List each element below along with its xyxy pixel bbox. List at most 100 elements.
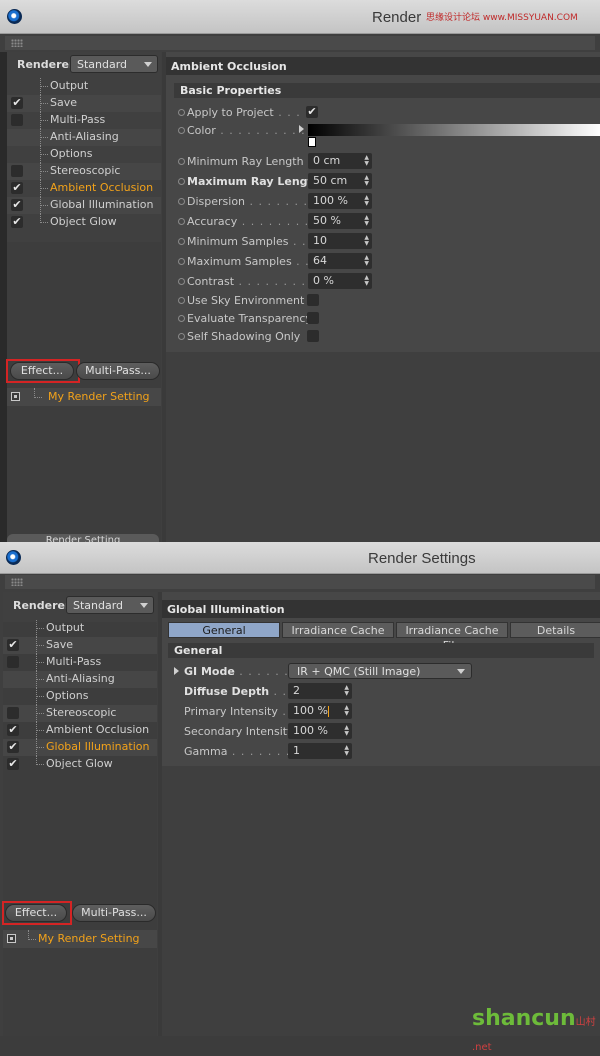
dispersion-field[interactable]: 100 % ▲ ▼: [308, 193, 372, 209]
tree-item-output[interactable]: Output: [7, 78, 161, 95]
renderer-select[interactable]: Standard: [70, 55, 158, 73]
enable-checkbox[interactable]: ✔: [11, 199, 23, 211]
diffuse-depth-field[interactable]: 2 ▲ ▼: [288, 683, 352, 699]
tree-item-output[interactable]: Output: [3, 620, 157, 637]
prop-label: Secondary Intensity: [184, 725, 294, 738]
enable-checkbox[interactable]: [7, 656, 19, 668]
prop-primary-intensity: Primary Intensity . . . 100 %▲▼: [176, 703, 596, 721]
expand-arrow-icon[interactable]: [174, 667, 179, 675]
animation-dot-icon[interactable]: [178, 258, 185, 265]
render-setting-row[interactable]: My Render Setting: [3, 930, 157, 948]
tree-item-label: Save: [50, 96, 78, 109]
tree-item-label: Options: [50, 147, 93, 160]
gamma-field[interactable]: 1 ▲ ▼: [288, 743, 352, 759]
tree-item-label: Global Illumination: [46, 740, 150, 753]
min-ray-length-field[interactable]: 0 cm ▲ ▼: [308, 153, 372, 169]
expand-arrow-icon[interactable]: [299, 125, 304, 133]
tree-item-object-glow[interactable]: ✔ Object Glow: [3, 756, 157, 773]
gradient-knot-handle[interactable]: [308, 137, 316, 147]
multi-pass-button[interactable]: Multi-Pass...: [72, 904, 156, 922]
accuracy-field[interactable]: 50 % ▲ ▼: [308, 213, 372, 229]
tab-irradiance-cache[interactable]: Irradiance Cache: [282, 622, 394, 638]
self-shadowing-checkbox[interactable]: [307, 330, 319, 342]
tree-connector-tick: [40, 103, 48, 104]
prop-min-ray-length: Minimum Ray Length 0 cm ▲ ▼: [178, 153, 598, 171]
enable-checkbox[interactable]: ✔: [11, 216, 23, 228]
tree-item-multi-pass[interactable]: Multi-Pass: [3, 654, 157, 671]
tree-item-save[interactable]: ✔ Save: [7, 95, 161, 112]
properties-panel: Ambient Occlusion Basic Properties Apply…: [166, 52, 600, 352]
enable-checkbox[interactable]: [7, 707, 19, 719]
tree-item-global-illumination[interactable]: ✔ Global Illumination: [7, 197, 161, 214]
primary-intensity-field[interactable]: 100 % ▲ ▼: [288, 703, 352, 719]
renderer-select[interactable]: Standard: [66, 596, 154, 614]
effect-button[interactable]: Effect...: [5, 904, 67, 922]
gradient-bar[interactable]: [308, 124, 600, 136]
tree-item-object-glow[interactable]: ✔ Object Glow: [7, 214, 161, 231]
left-edge: [0, 52, 7, 548]
animation-dot-icon[interactable]: [178, 297, 185, 304]
effect-button[interactable]: Effect...: [10, 362, 74, 380]
animation-dot-icon[interactable]: [178, 109, 185, 116]
animation-dot-icon[interactable]: [178, 218, 185, 225]
tree-item-options[interactable]: Options: [7, 146, 161, 163]
tree-item-ambient-occlusion[interactable]: ✔ Ambient Occlusion: [7, 180, 161, 197]
tree-item-multi-pass[interactable]: Multi-Pass: [7, 112, 161, 129]
min-samples-field[interactable]: 10 ▲ ▼: [308, 233, 372, 249]
animation-dot-icon[interactable]: [178, 278, 185, 285]
tree-item-global-illumination[interactable]: ✔ Global Illumination: [3, 739, 157, 756]
apply-to-project-checkbox[interactable]: ✔: [306, 106, 318, 118]
enable-checkbox[interactable]: ✔: [11, 182, 23, 194]
animation-dot-icon[interactable]: [178, 158, 185, 165]
tree-item-options[interactable]: Options: [3, 688, 157, 705]
contrast-field[interactable]: 0 % ▲ ▼: [308, 273, 372, 289]
grip-dots-icon: [11, 578, 23, 586]
tab-details[interactable]: Details: [510, 622, 600, 638]
multi-pass-button[interactable]: Multi-Pass...: [76, 362, 160, 380]
tree-item-stereoscopic[interactable]: Stereoscopic: [7, 163, 161, 180]
color-gradient-widget[interactable]: [166, 122, 600, 150]
enable-checkbox[interactable]: ✔: [7, 741, 19, 753]
spinner-icon: ▲ ▼: [364, 174, 369, 187]
evaluate-transparency-checkbox[interactable]: [307, 312, 319, 324]
cinema4d-logo-icon: [6, 550, 21, 565]
render-setting-row[interactable]: My Render Setting: [7, 388, 161, 406]
enable-checkbox[interactable]: ✔: [11, 97, 23, 109]
max-samples-field[interactable]: 64 ▲ ▼: [308, 253, 372, 269]
tree-item-stereoscopic[interactable]: Stereoscopic: [3, 705, 157, 722]
tree-connector-tick: [36, 764, 44, 765]
dropdown-value: IR + QMC (Still Image): [297, 665, 421, 678]
tree-item-anti-aliasing[interactable]: Anti-Aliasing: [7, 129, 161, 146]
enable-checkbox[interactable]: [11, 165, 23, 177]
animation-dot-icon[interactable]: [178, 315, 185, 322]
animation-dot-icon[interactable]: [178, 198, 185, 205]
gi-mode-dropdown[interactable]: IR + QMC (Still Image): [288, 663, 472, 679]
tab-general[interactable]: General: [168, 622, 280, 638]
tree-item-ambient-occlusion[interactable]: ✔ Ambient Occlusion: [3, 722, 157, 739]
animation-dot-icon[interactable]: [178, 333, 185, 340]
animation-dot-icon[interactable]: [178, 178, 185, 185]
spinner-icon: ▲ ▼: [344, 684, 349, 697]
enable-checkbox[interactable]: ✔: [7, 758, 19, 770]
use-sky-checkbox[interactable]: [307, 294, 319, 306]
toolbar-grip[interactable]: [5, 575, 595, 589]
animation-dot-icon[interactable]: [178, 238, 185, 245]
window-title: Render: [372, 9, 422, 26]
tab-irradiance-cache-file[interactable]: Irradiance Cache File: [396, 622, 508, 652]
tree-item-label: Output: [46, 621, 85, 634]
render-setting-icon: [11, 392, 20, 401]
enable-checkbox[interactable]: ✔: [7, 724, 19, 736]
enable-checkbox[interactable]: [11, 114, 23, 126]
prop-label: GI Mode: [184, 665, 235, 678]
panel-title: Global Illumination: [162, 600, 600, 618]
enable-checkbox[interactable]: ✔: [7, 639, 19, 651]
prop-diffuse-depth: Diffuse Depth . . . . . 2▲▼: [176, 683, 596, 701]
tree-item-label: Output: [50, 79, 89, 92]
max-ray-length-field[interactable]: 50 cm ▲ ▼: [308, 173, 372, 189]
tree-item-save[interactable]: ✔ Save: [3, 637, 157, 654]
toolbar-grip[interactable]: [5, 36, 595, 50]
spinner-icon: ▲ ▼: [364, 274, 369, 287]
tree-item-anti-aliasing[interactable]: Anti-Aliasing: [3, 671, 157, 688]
secondary-intensity-field[interactable]: 100 % ▲ ▼: [288, 723, 352, 739]
tree-item-label: Ambient Occlusion: [50, 181, 154, 194]
